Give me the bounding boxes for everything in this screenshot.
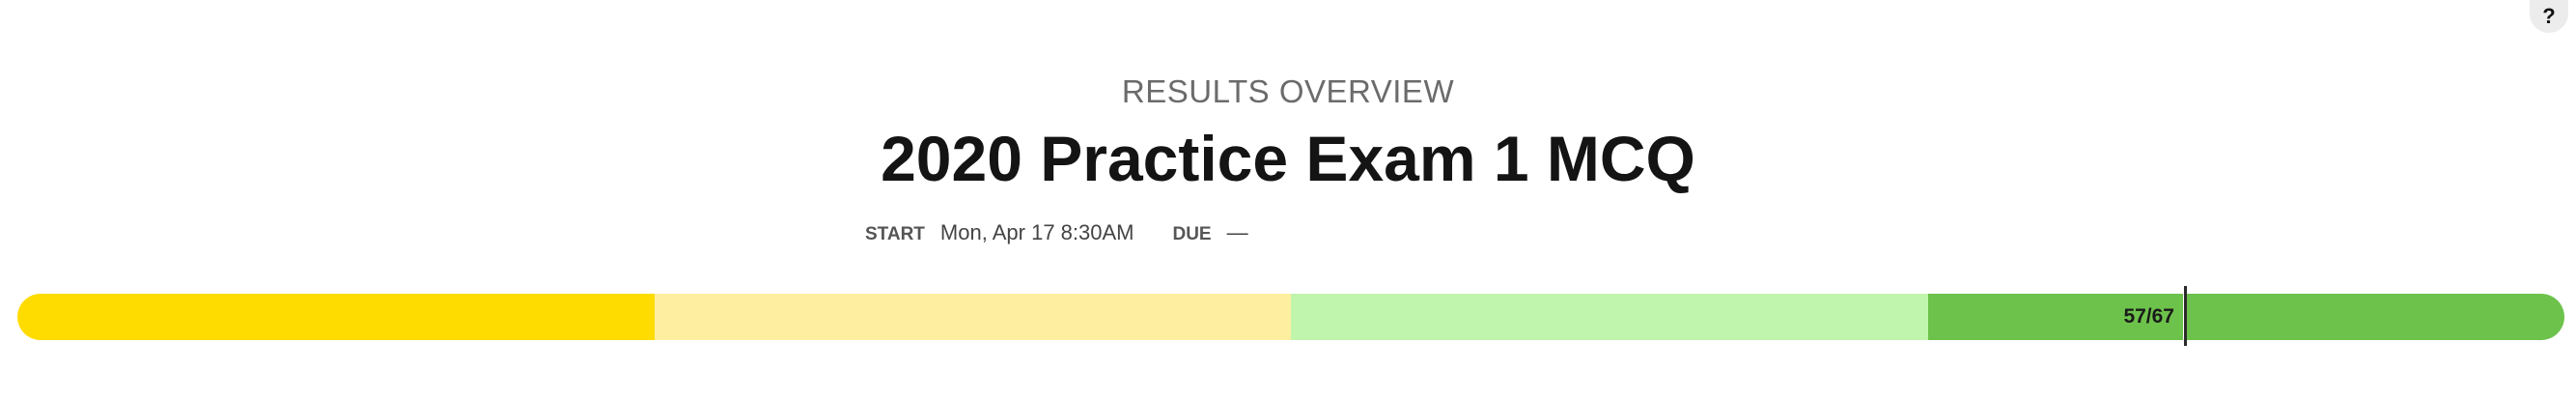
score-marker bbox=[2183, 286, 2187, 346]
page-subtitle: RESULTS OVERVIEW bbox=[1121, 73, 1455, 109]
help-icon: ? bbox=[2542, 4, 2556, 28]
page-title: 2020 Practice Exam 1 MCQ bbox=[881, 123, 1695, 194]
due-label: DUE bbox=[1172, 224, 1212, 244]
progress-segment-3 bbox=[1291, 294, 1928, 340]
exam-meta: START Mon, Apr 17 8:30AM DUE — bbox=[865, 220, 1248, 245]
help-button[interactable]: ? bbox=[2530, 0, 2568, 33]
start-value: Mon, Apr 17 8:30AM bbox=[939, 220, 1134, 244]
results-page: ? RESULTS OVERVIEW 2020 Practice Exam 1 … bbox=[0, 0, 2576, 400]
progress-segment-4 bbox=[1927, 294, 2564, 340]
progress-segment-2 bbox=[654, 294, 1291, 340]
score-label: 57/67 bbox=[2123, 305, 2174, 328]
progress-segment-1 bbox=[17, 294, 655, 340]
due-value: — bbox=[1226, 220, 1248, 244]
start-label: START bbox=[865, 224, 925, 244]
